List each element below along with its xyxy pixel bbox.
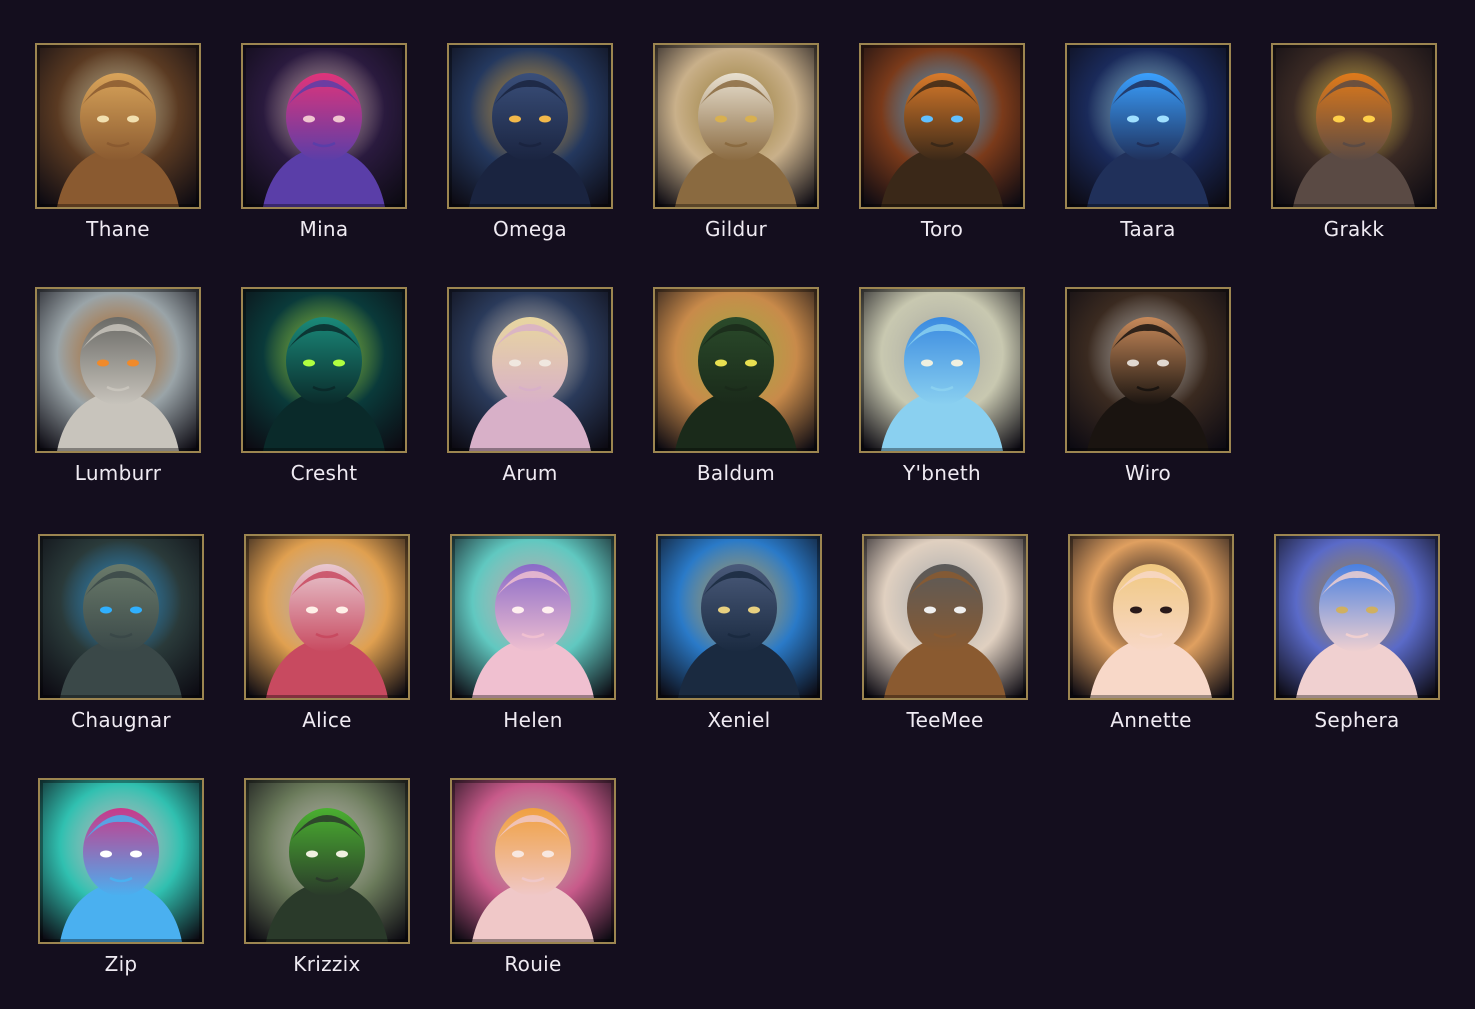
hero-name: Annette bbox=[1110, 708, 1192, 732]
hero-name: Omega bbox=[493, 217, 567, 241]
omega-portrait-icon[interactable] bbox=[447, 43, 613, 209]
hero-card-alice[interactable]: Alice bbox=[244, 534, 410, 734]
hero-card-gildur[interactable]: Gildur bbox=[653, 43, 819, 243]
hero-card-cresht[interactable]: Cresht bbox=[241, 287, 407, 487]
hero-card-xeniel[interactable]: Xeniel bbox=[656, 534, 822, 734]
ybneth-portrait-icon[interactable] bbox=[859, 287, 1025, 453]
baldum-portrait-icon[interactable] bbox=[653, 287, 819, 453]
hero-card-krizzix[interactable]: Krizzix bbox=[244, 778, 410, 978]
xeniel-portrait-icon[interactable] bbox=[656, 534, 822, 700]
hero-card-sephera[interactable]: Sephera bbox=[1274, 534, 1440, 734]
hero-card-toro[interactable]: Toro bbox=[859, 43, 1025, 243]
gildur-portrait-icon[interactable] bbox=[653, 43, 819, 209]
arum-portrait-icon[interactable] bbox=[447, 287, 613, 453]
hero-card-teemee[interactable]: TeeMee bbox=[862, 534, 1028, 734]
grakk-portrait-icon[interactable] bbox=[1271, 43, 1437, 209]
rouie-portrait-icon[interactable] bbox=[450, 778, 616, 944]
hero-name: Rouie bbox=[504, 952, 562, 976]
thane-portrait-icon[interactable] bbox=[35, 43, 201, 209]
hero-name: Sephera bbox=[1314, 708, 1400, 732]
hero-card-baldum[interactable]: Baldum bbox=[653, 287, 819, 487]
hero-name: Toro bbox=[920, 217, 964, 241]
hero-name: Helen bbox=[503, 708, 563, 732]
hero-card-wiro[interactable]: Wiro bbox=[1065, 287, 1231, 487]
hero-name: Alice bbox=[302, 708, 352, 732]
annette-portrait-icon[interactable] bbox=[1068, 534, 1234, 700]
mina-portrait-icon[interactable] bbox=[241, 43, 407, 209]
helen-portrait-icon[interactable] bbox=[450, 534, 616, 700]
zip-portrait-icon[interactable] bbox=[38, 778, 204, 944]
hero-name: Zip bbox=[104, 952, 138, 976]
sephera-portrait-icon[interactable] bbox=[1274, 534, 1440, 700]
cresht-portrait-icon[interactable] bbox=[241, 287, 407, 453]
hero-name: Arum bbox=[502, 461, 558, 485]
hero-name: Krizzix bbox=[293, 952, 361, 976]
hero-card-taara[interactable]: Taara bbox=[1065, 43, 1231, 243]
hero-name: Lumburr bbox=[74, 461, 162, 485]
wiro-portrait-icon[interactable] bbox=[1065, 287, 1231, 453]
hero-name: Chaugnar bbox=[71, 708, 171, 732]
hero-name: Thane bbox=[86, 217, 150, 241]
lumburr-portrait-icon[interactable] bbox=[35, 287, 201, 453]
chaugnar-portrait-icon[interactable] bbox=[38, 534, 204, 700]
teemee-portrait-icon[interactable] bbox=[862, 534, 1028, 700]
taara-portrait-icon[interactable] bbox=[1065, 43, 1231, 209]
hero-card-thane[interactable]: Thane bbox=[35, 43, 201, 243]
hero-name: Taara bbox=[1120, 217, 1176, 241]
hero-name: Xeniel bbox=[707, 708, 771, 732]
hero-card-omega[interactable]: Omega bbox=[447, 43, 613, 243]
hero-card-helen[interactable]: Helen bbox=[450, 534, 616, 734]
toro-portrait-icon[interactable] bbox=[859, 43, 1025, 209]
hero-name: Cresht bbox=[290, 461, 358, 485]
hero-name: Gildur bbox=[704, 217, 767, 241]
hero-name: Baldum bbox=[696, 461, 776, 485]
hero-card-arum[interactable]: Arum bbox=[447, 287, 613, 487]
hero-card-lumburr[interactable]: Lumburr bbox=[35, 287, 201, 487]
krizzix-portrait-icon[interactable] bbox=[244, 778, 410, 944]
hero-card-grakk[interactable]: Grakk bbox=[1271, 43, 1437, 243]
hero-card-ybneth[interactable]: Y'bneth bbox=[859, 287, 1025, 487]
hero-name: Wiro bbox=[1124, 461, 1172, 485]
hero-name: TeeMee bbox=[906, 708, 984, 732]
hero-card-mina[interactable]: Mina bbox=[241, 43, 407, 243]
hero-card-annette[interactable]: Annette bbox=[1068, 534, 1234, 734]
hero-name: Grakk bbox=[1323, 217, 1385, 241]
hero-card-rouie[interactable]: Rouie bbox=[450, 778, 616, 978]
alice-portrait-icon[interactable] bbox=[244, 534, 410, 700]
hero-name: Y'bneth bbox=[902, 461, 981, 485]
hero-card-chaugnar[interactable]: Chaugnar bbox=[38, 534, 204, 734]
hero-name: Mina bbox=[299, 217, 349, 241]
hero-card-zip[interactable]: Zip bbox=[38, 778, 204, 978]
